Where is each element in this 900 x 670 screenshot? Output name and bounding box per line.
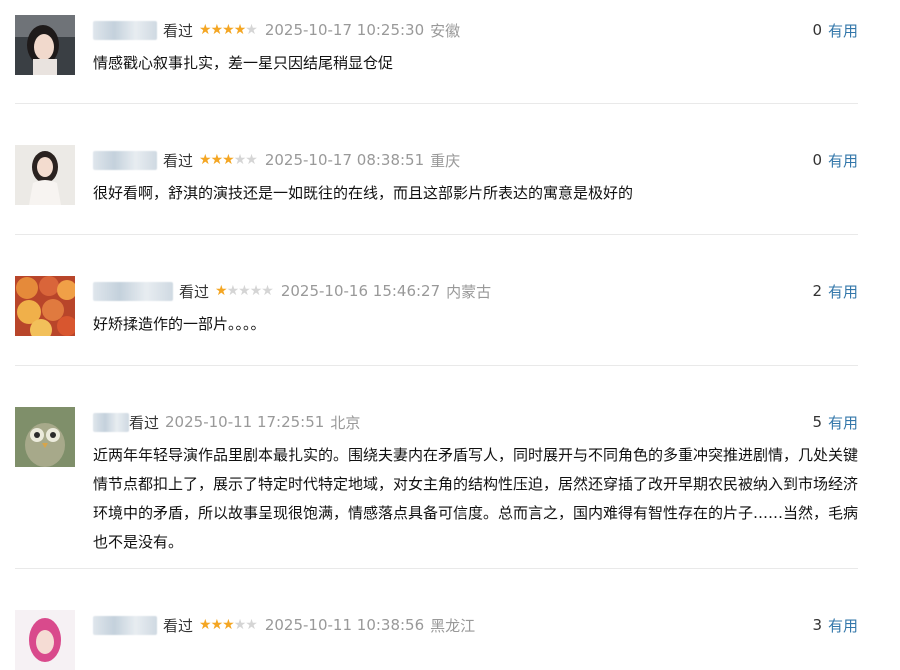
review-text: 情感戳心叙事扎实，差一星只因结尾稍显仓促 (93, 54, 394, 72)
avatar[interactable] (15, 610, 75, 670)
useful-button[interactable]: 有用 (828, 281, 858, 302)
star-empty-icon: ★ (245, 152, 258, 168)
useful-count: 0 (812, 151, 822, 169)
avatar[interactable] (15, 407, 75, 467)
useful-count: 5 (812, 413, 822, 431)
review-time: 2025-10-11 17:25:51 (165, 413, 325, 431)
username-blurred[interactable] (93, 412, 129, 432)
useful-count: 3 (812, 616, 822, 634)
divider (15, 568, 858, 569)
rating-stars: ★ ★ ★ ★ ★ (199, 152, 258, 168)
review-text: 好矫揉造作的一部片。。。。 (93, 315, 266, 333)
star-filled-icon: ★ (210, 152, 224, 168)
review-text: 近两年年轻导演作品里剧本最扎实的。围绕夫妻内在矛盾写人，同时展开与不同角色的多重… (93, 446, 859, 551)
review-text: 很好看啊，舒淇的演技还是一如既往的在线，而且这部影片所表达的寓意是极好的 (93, 184, 634, 202)
avatar[interactable] (15, 145, 75, 205)
watched-status: 看过 (163, 616, 194, 635)
star-filled-icon: ★ (210, 22, 224, 38)
star-empty-icon: ★ (245, 22, 258, 38)
rating-stars: ★ ★ ★ ★ ★ (215, 283, 274, 299)
useful-count: 2 (812, 282, 822, 300)
username-blurred[interactable] (93, 20, 157, 40)
review-time: 2025-10-17 10:25:30 (264, 21, 425, 39)
review-meta: 看过 2025-10-11 17:25:51 北京 (93, 410, 360, 434)
review-meta: 看过 ★ ★ ★ ★ ★ 2025-10-17 10:25:30 安徽 (93, 18, 460, 42)
useful-button[interactable]: 有用 (828, 412, 858, 433)
review-location: 黑龙江 (430, 616, 476, 635)
useful-button[interactable]: 有用 (828, 615, 858, 636)
useful-count: 0 (812, 21, 822, 39)
review-time: 2025-10-17 08:38:51 (264, 151, 425, 169)
star-filled-icon: ★ (222, 152, 235, 168)
useful-button[interactable]: 有用 (828, 150, 858, 171)
star-filled-icon: ★ (199, 152, 212, 168)
watched-status: 看过 (129, 413, 160, 432)
review-location: 北京 (330, 413, 361, 432)
username-blurred[interactable] (93, 281, 173, 301)
username-blurred[interactable] (93, 615, 157, 635)
review-time: 2025-10-16 15:46:27 (280, 282, 441, 300)
useful-vote: 0 有用 (812, 148, 858, 172)
useful-vote: 2 有用 (812, 279, 858, 303)
useful-vote: 5 有用 (812, 410, 858, 434)
star-empty-icon: ★ (233, 152, 247, 168)
divider (15, 234, 858, 235)
useful-button[interactable]: 有用 (828, 20, 858, 41)
watched-status: 看过 (163, 151, 194, 170)
star-empty-icon: ★ (226, 283, 240, 299)
useful-vote: 3 有用 (812, 613, 858, 637)
star-empty-icon: ★ (249, 283, 263, 299)
star-filled-icon: ★ (233, 22, 247, 38)
star-filled-icon: ★ (222, 617, 235, 633)
watched-status: 看过 (163, 21, 194, 40)
avatar[interactable] (15, 15, 75, 75)
avatar[interactable] (15, 276, 75, 336)
review-meta: 看过 ★ ★ ★ ★ ★ 2025-10-17 08:38:51 重庆 (93, 148, 460, 172)
star-filled-icon: ★ (199, 617, 212, 633)
star-empty-icon: ★ (261, 283, 274, 299)
rating-stars: ★ ★ ★ ★ ★ (199, 617, 258, 633)
review-location: 重庆 (430, 151, 461, 170)
star-filled-icon: ★ (210, 617, 224, 633)
useful-vote: 0 有用 (812, 18, 858, 42)
review-location: 安徽 (430, 21, 461, 40)
review-time: 2025-10-11 10:38:56 (264, 616, 425, 634)
star-empty-icon: ★ (233, 617, 247, 633)
review-meta: 看过 ★ ★ ★ ★ ★ 2025-10-11 10:38:56 黑龙江 (93, 613, 475, 637)
username-blurred[interactable] (93, 150, 157, 170)
star-empty-icon: ★ (238, 283, 251, 299)
divider (15, 103, 858, 104)
review-location: 内蒙古 (446, 282, 492, 301)
divider (15, 365, 858, 366)
review-meta: 看过 ★ ★ ★ ★ ★ 2025-10-16 15:46:27 内蒙古 (93, 279, 491, 303)
star-filled-icon: ★ (222, 22, 235, 38)
star-empty-icon: ★ (245, 617, 258, 633)
rating-stars: ★ ★ ★ ★ ★ (199, 22, 258, 38)
star-filled-icon: ★ (199, 22, 212, 38)
watched-status: 看过 (179, 282, 210, 301)
star-filled-icon: ★ (215, 283, 228, 299)
